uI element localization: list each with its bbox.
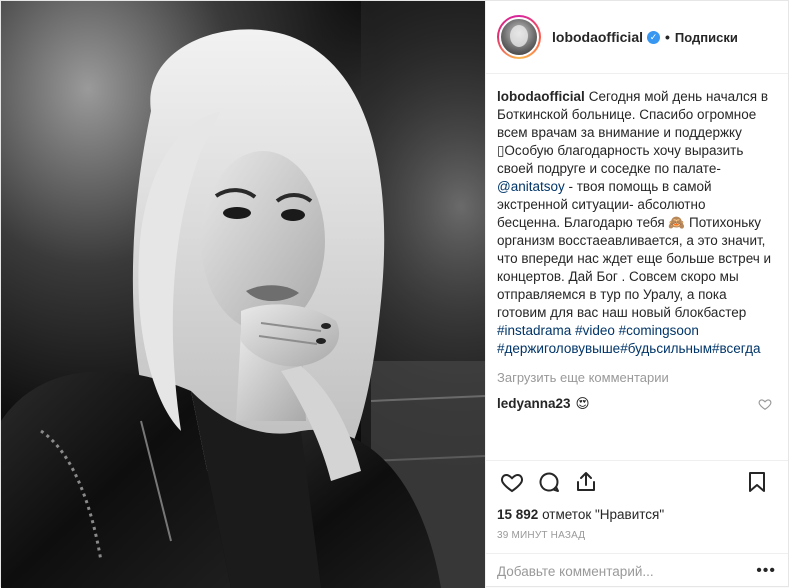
caption-text-2: - твоя помощь в самой экстренной ситуаци… — [497, 179, 772, 320]
comment-bubble-icon — [539, 472, 559, 492]
comment-input[interactable] — [497, 563, 757, 579]
save-button[interactable] — [742, 467, 772, 497]
comment-button[interactable] — [534, 467, 564, 497]
hashtag-link[interactable]: #держиголовувыше — [497, 341, 620, 356]
post-container: lobodaofficial ✓ • Подписки lobodaoffici… — [0, 0, 789, 588]
post-photo[interactable] — [1, 1, 485, 588]
follow-button[interactable]: Подписки — [675, 30, 738, 45]
add-comment-bar: ••• — [486, 553, 788, 588]
post-timestamp[interactable]: 39 минут назад — [497, 530, 772, 541]
share-icon — [577, 472, 595, 491]
author-username[interactable]: lobodaofficial — [552, 29, 643, 45]
hashtag-link[interactable]: #video — [575, 323, 615, 338]
post-side-panel: lobodaofficial ✓ • Подписки lobodaoffici… — [485, 1, 788, 588]
likes-count[interactable]: 15 892 отметок "Нравится" — [497, 507, 772, 522]
load-more-comments-button[interactable]: Загрузить еще комментарии — [497, 370, 669, 385]
hashtag-link[interactable]: #всегда — [712, 341, 761, 356]
post-caption: lobodaofficial Сегодня мой день начался в… — [497, 88, 772, 358]
verified-badge-icon: ✓ — [647, 30, 660, 44]
likes-label: отметок "Нравится" — [542, 507, 665, 522]
heart-icon — [501, 473, 523, 493]
comment-item: ledyanna23 😍 — [497, 396, 772, 412]
comment-like-heart-icon[interactable] — [758, 397, 772, 411]
bookmark-icon — [749, 472, 765, 492]
hashtag-link[interactable]: #будьсильным — [620, 341, 712, 356]
avatar[interactable] — [497, 15, 541, 59]
hashtag-link[interactable]: #comingsoon — [619, 323, 699, 338]
post-image — [1, 1, 485, 588]
post-header: lobodaofficial ✓ • Подписки — [486, 1, 788, 74]
avatar-image — [499, 17, 539, 57]
caption-username[interactable]: lobodaofficial — [497, 89, 585, 104]
separator-dot: • — [665, 29, 670, 45]
comments-area: lobodaofficial Сегодня мой день начался в… — [486, 74, 788, 460]
likes-number: 15 892 — [497, 507, 539, 522]
comment-text: 😍 — [575, 396, 590, 411]
like-button[interactable] — [497, 467, 527, 497]
post-actions-area: 15 892 отметок "Нравится" 39 минут назад — [486, 460, 788, 553]
comment-username[interactable]: ledyanna23 — [497, 396, 571, 411]
hashtag-link[interactable]: #instadrama — [497, 323, 571, 338]
more-options-icon[interactable]: ••• — [756, 562, 776, 580]
share-button[interactable] — [571, 467, 601, 497]
mention-link[interactable]: @anitatsoy — [497, 179, 565, 194]
action-bar — [497, 461, 772, 503]
